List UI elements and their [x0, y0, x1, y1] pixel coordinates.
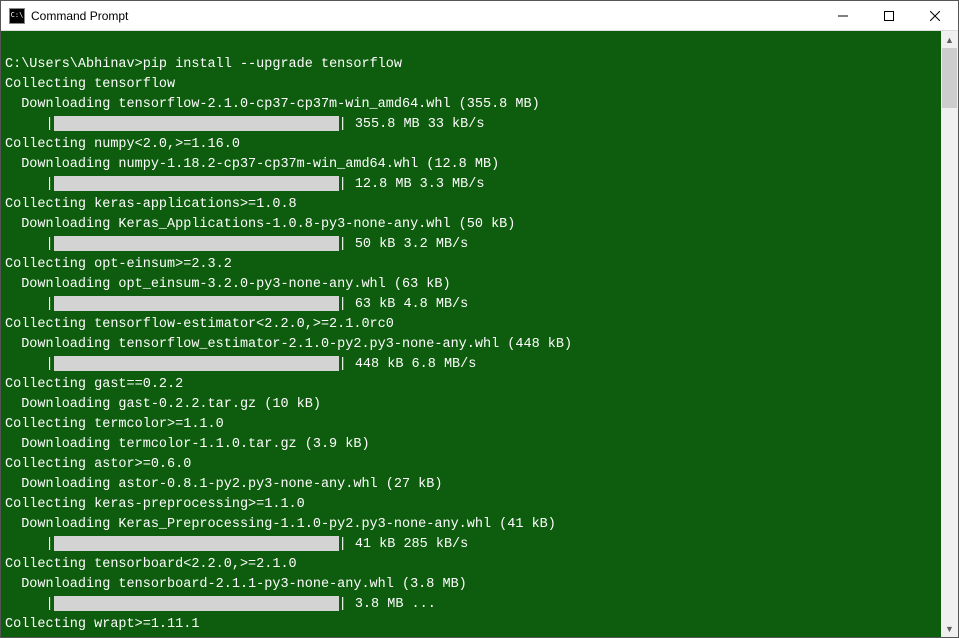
vertical-scrollbar[interactable]: ▲ ▼	[941, 31, 958, 637]
bar-pipe: |	[339, 537, 347, 552]
progress-info: 3.8 MB ...	[347, 597, 436, 612]
bar-pipe: |	[339, 177, 347, 192]
prompt-line: C:\Users\Abhinav>pip install --upgrade t…	[5, 55, 941, 75]
progress-bar	[54, 296, 339, 311]
progress-bar	[54, 356, 339, 371]
maximize-button[interactable]	[866, 1, 912, 30]
bar-pipe: |	[46, 537, 54, 552]
output-line: Downloading termcolor-1.1.0.tar.gz (3.9 …	[5, 435, 941, 455]
output-line: Collecting opt-einsum>=2.3.2	[5, 255, 941, 275]
output-line: Collecting tensorboard<2.2.0,>=2.1.0	[5, 555, 941, 575]
progress-line: | | 3.8 MB ...	[5, 595, 941, 615]
progress-bar	[54, 536, 339, 551]
minimize-button[interactable]	[820, 1, 866, 30]
prompt-command: pip install --upgrade tensorflow	[143, 57, 402, 72]
progress-line: | | 50 kB 3.2 MB/s	[5, 235, 941, 255]
scroll-down-arrow-icon[interactable]: ▼	[941, 620, 958, 637]
output-line: Collecting astor>=0.6.0	[5, 455, 941, 475]
bar-pipe: |	[339, 597, 347, 612]
progress-line: | | 41 kB 285 kB/s	[5, 535, 941, 555]
bar-pipe: |	[339, 117, 347, 132]
output-line: Collecting termcolor>=1.1.0	[5, 415, 941, 435]
bar-pipe: |	[46, 297, 54, 312]
progress-bar	[54, 116, 339, 131]
progress-info: 50 kB 3.2 MB/s	[347, 237, 469, 252]
output-line: Collecting wrapt>=1.11.1	[5, 615, 941, 635]
close-button[interactable]	[912, 1, 958, 30]
output-line: Collecting keras-preprocessing>=1.1.0	[5, 495, 941, 515]
scroll-up-arrow-icon[interactable]: ▲	[941, 31, 958, 48]
progress-line: | | 12.8 MB 3.3 MB/s	[5, 175, 941, 195]
output-line: Downloading Keras_Applications-1.0.8-py3…	[5, 215, 941, 235]
bar-pipe: |	[46, 597, 54, 612]
window-title: Command Prompt	[31, 9, 820, 23]
prompt-path: C:\Users\Abhinav>	[5, 57, 143, 72]
minimize-icon	[838, 11, 848, 21]
bar-pipe: |	[46, 177, 54, 192]
output-line: Downloading tensorflow_estimator-2.1.0-p…	[5, 335, 941, 355]
progress-bar	[54, 236, 339, 251]
output-line: Collecting keras-applications>=1.0.8	[5, 195, 941, 215]
progress-info: 63 kB 4.8 MB/s	[347, 297, 469, 312]
cmd-icon-label: C:\	[11, 12, 24, 19]
empty-line	[5, 35, 941, 55]
bar-pipe: |	[339, 357, 347, 372]
output-line: Collecting gast==0.2.2	[5, 375, 941, 395]
output-line: Collecting tensorflow	[5, 75, 941, 95]
terminal-wrapper: C:\Users\Abhinav>pip install --upgrade t…	[1, 31, 958, 637]
bar-pipe: |	[339, 237, 347, 252]
bar-pipe: |	[46, 237, 54, 252]
bar-pipe: |	[46, 117, 54, 132]
progress-bar	[54, 176, 339, 191]
terminal-output[interactable]: C:\Users\Abhinav>pip install --upgrade t…	[1, 31, 941, 637]
output-line: Downloading tensorflow-2.1.0-cp37-cp37m-…	[5, 95, 941, 115]
window-controls	[820, 1, 958, 30]
progress-info: 355.8 MB 33 kB/s	[347, 117, 485, 132]
output-line: Downloading gast-0.2.2.tar.gz (10 kB)	[5, 395, 941, 415]
bar-pipe: |	[46, 357, 54, 372]
output-line: Downloading numpy-1.18.2-cp37-cp37m-win_…	[5, 155, 941, 175]
progress-line: | | 448 kB 6.8 MB/s	[5, 355, 941, 375]
progress-line: | | 355.8 MB 33 kB/s	[5, 115, 941, 135]
maximize-icon	[884, 11, 894, 21]
output-line: Downloading tensorboard-2.1.1-py3-none-a…	[5, 575, 941, 595]
titlebar[interactable]: C:\ Command Prompt	[1, 1, 958, 31]
output-line: Downloading opt_einsum-3.2.0-py3-none-an…	[5, 275, 941, 295]
progress-info: 41 kB 285 kB/s	[347, 537, 469, 552]
progress-info: 12.8 MB 3.3 MB/s	[347, 177, 485, 192]
output-line: Downloading astor-0.8.1-py2.py3-none-any…	[5, 475, 941, 495]
window: C:\ Command Prompt C:\Users\Abhinav>pip …	[0, 0, 959, 638]
output-line: Collecting numpy<2.0,>=1.16.0	[5, 135, 941, 155]
scrollbar-thumb[interactable]	[942, 48, 957, 108]
output-line: Collecting tensorflow-estimator<2.2.0,>=…	[5, 315, 941, 335]
progress-info: 448 kB 6.8 MB/s	[347, 357, 477, 372]
cmd-icon: C:\	[9, 8, 25, 24]
bar-pipe: |	[339, 297, 347, 312]
output-line: Downloading Keras_Preprocessing-1.1.0-py…	[5, 515, 941, 535]
progress-bar	[54, 596, 339, 611]
close-icon	[930, 11, 940, 21]
progress-line: | | 63 kB 4.8 MB/s	[5, 295, 941, 315]
